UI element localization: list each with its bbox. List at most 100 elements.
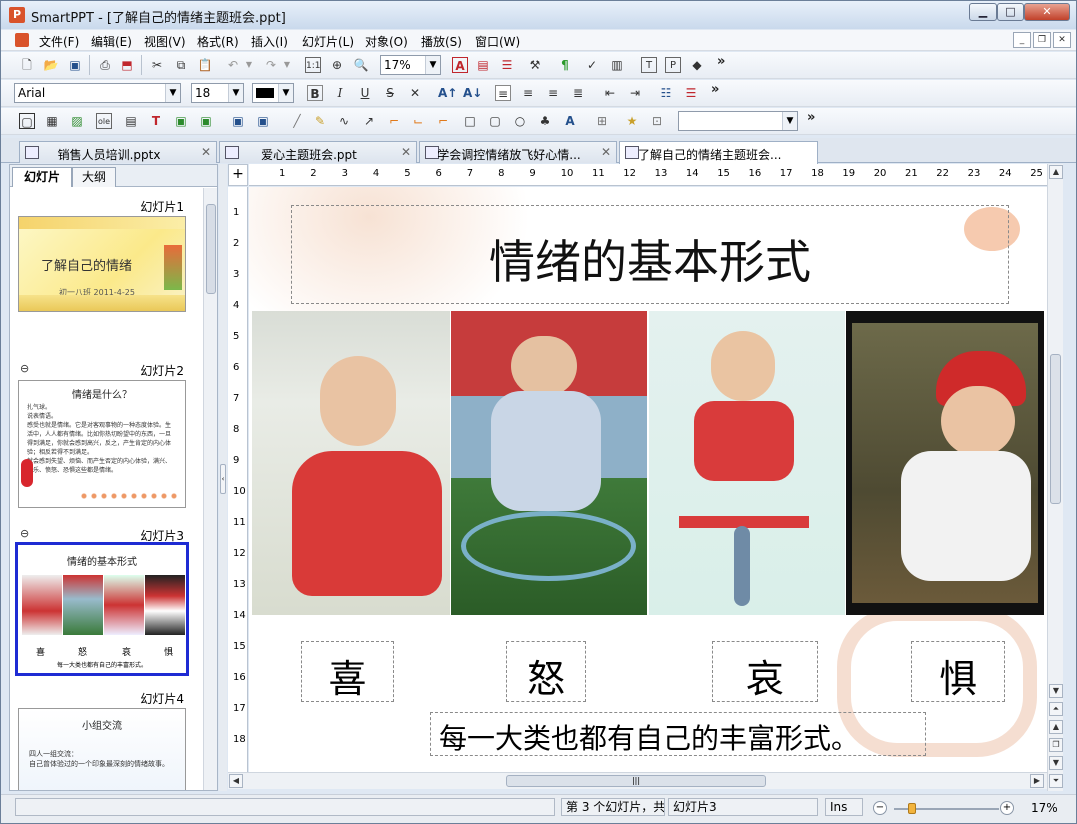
menu-slide[interactable]: 幻灯片(L): [302, 33, 354, 50]
ellipse-icon[interactable]: ○: [512, 113, 528, 129]
format-painter-icon[interactable]: ⚒: [527, 57, 543, 73]
slide-thumbnail-2[interactable]: 情绪是什么？ 扎气球。 说表情语。 感受也就是情绪。它是对客观事物的一种态度体验…: [18, 380, 186, 508]
mdi-restore-button[interactable]: ❐: [1033, 32, 1051, 48]
zoom-out-icon[interactable]: −: [873, 801, 887, 815]
arrow-connector-icon[interactable]: ⌐: [435, 113, 451, 129]
italic-icon[interactable]: I: [332, 85, 348, 101]
tab-document-2[interactable]: 爱心主题班会.ppt ✕: [219, 141, 417, 163]
tab-document-3[interactable]: 学会调控情绪放飞好心情... ✕: [419, 141, 617, 163]
toolbar-overflow-button[interactable]: »: [807, 110, 815, 125]
scroll-right-icon[interactable]: ▶: [1030, 774, 1044, 788]
chevron-down-icon[interactable]: ▼: [425, 56, 440, 74]
scrollbar-thumb[interactable]: [206, 204, 216, 294]
text-a-icon[interactable]: A: [452, 57, 468, 73]
collapse-handle[interactable]: ‹: [220, 464, 226, 494]
toolbar-overflow-button[interactable]: »: [711, 82, 719, 97]
menu-insert[interactable]: 插入(I): [251, 33, 288, 50]
save-icon[interactable]: ▣: [67, 57, 83, 73]
media-icon[interactable]: ▣: [230, 113, 246, 129]
caption-box[interactable]: 每一大类也都有自己的丰富形式。: [430, 712, 926, 756]
close-tab-icon[interactable]: ✕: [601, 145, 611, 159]
export-pdf-icon[interactable]: ⬒: [119, 57, 135, 73]
clear-format-icon[interactable]: ✕: [407, 85, 423, 101]
strikethrough-icon[interactable]: S: [382, 85, 398, 101]
table-icon[interactable]: ▦: [44, 113, 60, 129]
document-icon[interactable]: [15, 33, 29, 47]
new-file-icon[interactable]: 🗋: [19, 57, 35, 73]
arrow-line-icon[interactable]: ↗: [361, 113, 377, 129]
group-icon[interactable]: ⊞: [594, 113, 610, 129]
line-icon[interactable]: ╱: [289, 113, 305, 129]
page-setup-icon[interactable]: 1:1: [305, 57, 321, 73]
scroll-down-icon[interactable]: ▼: [1049, 684, 1063, 698]
cut-icon[interactable]: ✂: [149, 57, 165, 73]
effects-icon[interactable]: ⊡: [649, 113, 665, 129]
undo-dropdown-icon[interactable]: ▼: [241, 57, 257, 73]
menu-file[interactable]: 文件(F): [39, 33, 79, 50]
scroll-up-icon[interactable]: ▲: [1049, 165, 1063, 179]
minimize-button[interactable]: ▁: [969, 3, 997, 21]
ruler-corner-button[interactable]: +: [228, 164, 248, 186]
tab-document-1[interactable]: 销售人员培训.pptx ✕: [19, 141, 217, 163]
numbered-list-icon[interactable]: ☰: [683, 85, 699, 101]
tab-slides[interactable]: 幻灯片: [12, 167, 72, 187]
slide-thumbnail-4[interactable]: 小组交流 四人一组交流： 自己曾体验过的一个印象最深刻的情绪故事。: [18, 708, 186, 790]
template-p-icon[interactable]: P: [665, 57, 681, 73]
menu-edit[interactable]: 编辑(E): [91, 33, 132, 50]
spellcheck-icon[interactable]: ✓: [584, 57, 600, 73]
scroll-left-icon[interactable]: ◀: [229, 774, 243, 788]
menu-window[interactable]: 窗口(W): [475, 33, 520, 50]
undo-icon[interactable]: ↶: [225, 57, 241, 73]
horizontal-scrollbar[interactable]: ◀ ||| ▶: [228, 772, 1047, 789]
first-slide-icon[interactable]: ⏶: [1049, 702, 1063, 716]
zoom-slider-knob[interactable]: [908, 803, 916, 814]
align-right-icon[interactable]: ≡: [545, 85, 561, 101]
underline-icon[interactable]: U: [357, 85, 373, 101]
rounded-rectangle-icon[interactable]: ▢: [487, 113, 503, 129]
chevron-down-icon[interactable]: ▼: [228, 84, 243, 102]
redo-dropdown-icon[interactable]: ▼: [279, 57, 295, 73]
baby-photo-4[interactable]: [846, 311, 1044, 615]
ole-object-icon[interactable]: ole: [96, 113, 112, 129]
last-slide-icon[interactable]: ⏷: [1049, 774, 1063, 788]
zoom-search-icon[interactable]: 🔍: [353, 57, 369, 73]
chevron-down-icon[interactable]: ▼: [165, 84, 180, 102]
toolbar-overflow-button[interactable]: »: [717, 54, 725, 69]
zoom-in-status-icon[interactable]: +: [1000, 801, 1014, 815]
slide-object-icon[interactable]: ▣: [255, 113, 271, 129]
baby-photo-3[interactable]: [649, 311, 845, 615]
scrollbar-thumb[interactable]: [1050, 354, 1061, 504]
emotion-box-fear[interactable]: 惧: [911, 641, 1005, 702]
panel-scrollbar[interactable]: [203, 188, 217, 790]
slide-canvas[interactable]: 情绪的基本形式 喜 怒 哀 惧 每一大类也都有自己的丰富形式。: [249, 187, 1047, 772]
close-button[interactable]: ✕: [1024, 3, 1070, 21]
title-placeholder-icon[interactable]: T: [148, 113, 164, 129]
shapes-icon[interactable]: ♣: [537, 113, 553, 129]
chevron-down-icon[interactable]: ▼: [278, 84, 293, 102]
content-placeholder-icon[interactable]: ▣: [173, 113, 189, 129]
template-t-icon[interactable]: T: [641, 57, 657, 73]
align-left-icon[interactable]: ≡: [495, 85, 511, 101]
baby-photo-2[interactable]: [451, 311, 647, 615]
tab-outline[interactable]: 大纲: [72, 167, 116, 187]
zoom-combo[interactable]: 17% ▼: [380, 55, 441, 75]
mdi-minimize-button[interactable]: _: [1013, 32, 1031, 48]
font-name-combo[interactable]: Arial ▼: [14, 83, 181, 103]
title-placeholder[interactable]: 情绪的基本形式: [291, 205, 1009, 304]
menu-view[interactable]: 视图(V): [144, 33, 186, 50]
font-size-combo[interactable]: 18 ▼: [191, 83, 244, 103]
baby-photo-1[interactable]: [252, 311, 450, 615]
vertical-scrollbar[interactable]: ▲ ▼ ⏶ ▲ ❐ ▼ ⏷: [1047, 164, 1063, 791]
chart-icon[interactable]: ▥: [609, 57, 625, 73]
paragraph-mark-icon[interactable]: ¶: [557, 57, 573, 73]
decrease-indent-icon[interactable]: ⇤: [602, 85, 618, 101]
tab-document-4-active[interactable]: 了解自己的情绪主题班会...: [619, 141, 818, 164]
zoom-in-icon[interactable]: ⊕: [329, 57, 345, 73]
grow-font-icon[interactable]: A↑: [438, 85, 457, 101]
maximize-button[interactable]: □: [997, 3, 1024, 21]
emotion-box-joy[interactable]: 喜: [301, 641, 394, 702]
slide-thumbnail-3-selected[interactable]: 情绪的基本形式 喜 怒 哀 惧 每一大类也都有自己的丰富形式。: [15, 542, 189, 676]
redo-icon[interactable]: ↷: [263, 57, 279, 73]
copy-icon[interactable]: ⧉: [173, 57, 189, 73]
style-combo[interactable]: ▼: [678, 111, 798, 131]
